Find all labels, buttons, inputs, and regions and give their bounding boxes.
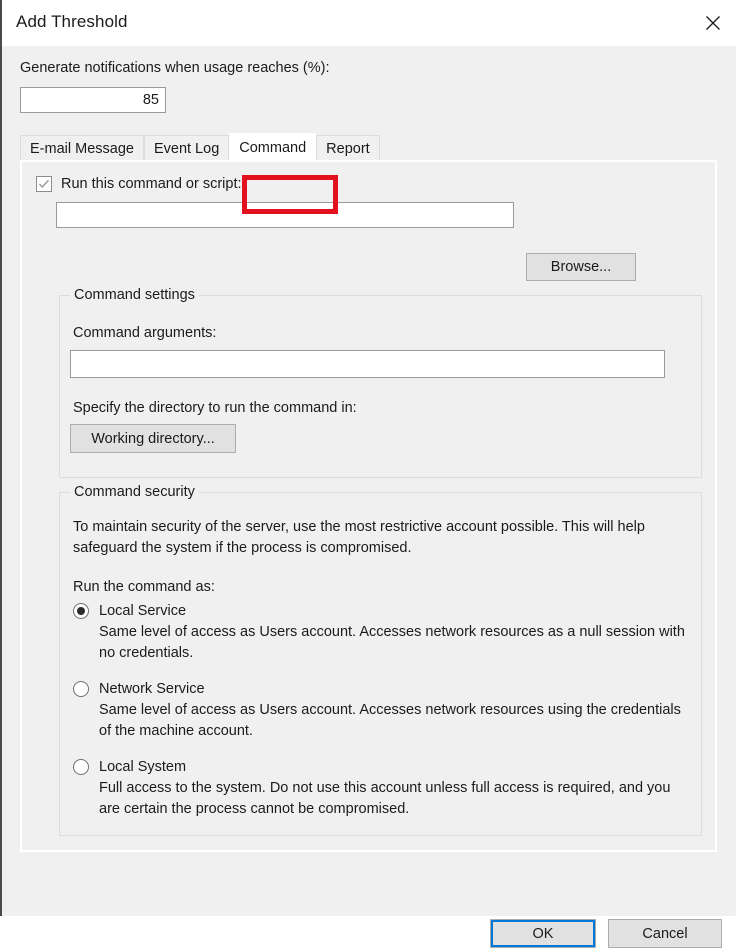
command-path-input[interactable]: [56, 202, 514, 228]
radio-label: Network Service: [99, 681, 205, 697]
close-icon: [706, 16, 720, 30]
ok-button[interactable]: OK: [490, 919, 596, 948]
command-tab-panel: Run this command or script: Browse... Co…: [20, 160, 717, 852]
radio-button-network-service[interactable]: [73, 681, 89, 697]
window-title: Add Threshold: [16, 12, 128, 31]
tab-command[interactable]: Command: [229, 133, 317, 161]
tab-event-log[interactable]: Event Log: [143, 135, 230, 161]
radio-description: Same level of access as Users account. A…: [99, 624, 685, 661]
browse-button[interactable]: Browse...: [526, 253, 636, 281]
command-arguments-input[interactable]: [70, 350, 665, 378]
threshold-percent-input[interactable]: [20, 87, 166, 113]
cancel-button[interactable]: Cancel: [608, 919, 722, 948]
command-security-group: Command security To maintain security of…: [59, 484, 702, 836]
run-command-label: Run this command or script:: [61, 176, 242, 192]
dialog-body: Generate notifications when usage reache…: [4, 46, 736, 948]
radio-button-local-system[interactable]: [73, 759, 89, 775]
add-threshold-dialog: Add Threshold Generate notifications whe…: [0, 0, 736, 948]
run-as-label: Run the command as:: [73, 579, 215, 595]
command-arguments-label: Command arguments:: [73, 325, 217, 341]
radio-label: Local Service: [99, 603, 187, 619]
radio-option-local-system[interactable]: Local System Full access to the system. …: [73, 759, 689, 820]
close-button[interactable]: [690, 0, 736, 46]
tab-report[interactable]: Report: [316, 135, 380, 161]
tab-label: Report: [326, 140, 370, 157]
radio-description: Full access to the system. Do not use th…: [99, 780, 671, 817]
title-bar: Add Threshold: [2, 0, 736, 47]
command-settings-legend: Command settings: [70, 287, 199, 303]
radio-description: Same level of access as Users account. A…: [99, 702, 681, 739]
run-command-checkbox-row[interactable]: Run this command or script:: [36, 176, 242, 192]
working-directory-button[interactable]: Working directory...: [70, 424, 236, 453]
checkmark-icon: [38, 179, 50, 189]
radio-option-network-service[interactable]: Network Service Same level of access as …: [73, 681, 689, 742]
radio-label: Local System: [99, 759, 187, 775]
tab-label: Command: [239, 139, 307, 156]
radio-option-local-service[interactable]: Local Service Same level of access as Us…: [73, 603, 689, 664]
radio-row[interactable]: Network Service: [73, 681, 689, 697]
command-security-legend: Command security: [70, 484, 199, 500]
working-directory-label: Specify the directory to run the command…: [73, 400, 357, 416]
tab-email-message[interactable]: E-mail Message: [20, 135, 144, 161]
run-command-checkbox[interactable]: [36, 176, 52, 192]
threshold-label: Generate notifications when usage reache…: [20, 60, 330, 76]
radio-row[interactable]: Local System: [73, 759, 689, 775]
command-settings-group: Command settings Command arguments: Spec…: [59, 287, 702, 478]
command-security-description: To maintain security of the server, use …: [73, 519, 645, 556]
tab-label: E-mail Message: [30, 140, 134, 157]
radio-button-local-service[interactable]: [73, 603, 89, 619]
tab-label: Event Log: [153, 140, 220, 157]
tab-strip: E-mail Message Event Log Command Report: [20, 133, 380, 161]
radio-row[interactable]: Local Service: [73, 603, 689, 619]
